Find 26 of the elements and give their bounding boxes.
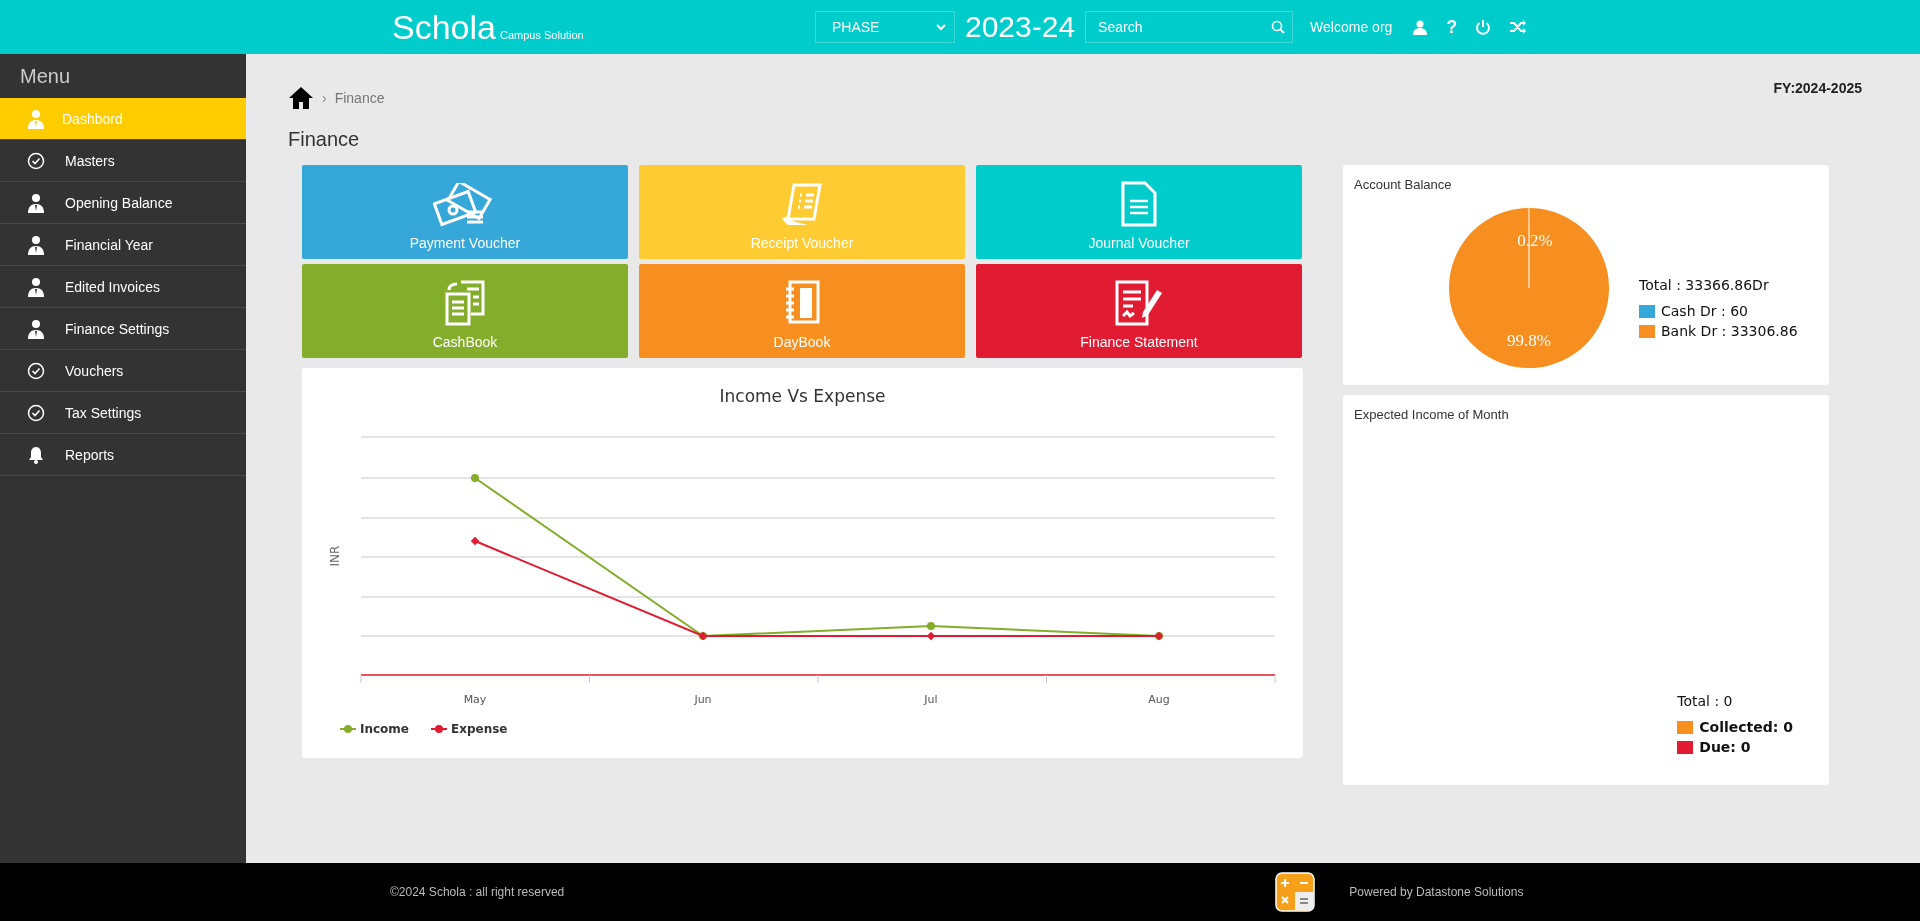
- academic-year: 2023-24: [965, 10, 1076, 44]
- pie-value-label: 99.8%: [1507, 331, 1551, 350]
- axis-tick-label: Aug: [1147, 693, 1170, 706]
- total-text: Total : 33366.86Dr: [1639, 277, 1770, 293]
- logo-tagline: Campus Solution: [499, 29, 584, 41]
- axis-tick-label: Jul: [923, 693, 938, 706]
- breadcrumb-separator: ›: [322, 90, 327, 106]
- legend-label: Cash Dr : 60: [1661, 303, 1748, 319]
- powered-by-text: Powered by Datastone Solutions: [1349, 885, 1524, 899]
- fiscal-year: FY:2024-2025: [1773, 80, 1862, 96]
- logo-text: Schola: [392, 10, 496, 44]
- breadcrumb-current: Finance: [334, 90, 385, 106]
- axis-tick-label: May: [463, 693, 486, 706]
- page-title: Finance: [288, 128, 361, 151]
- legend-label: Due: 0: [1699, 739, 1751, 755]
- axis-tick-label: Jun: [693, 693, 712, 706]
- welcome-text: Welcome org: [1310, 19, 1393, 35]
- legend-label: Bank Dr : 33306.86: [1661, 323, 1798, 339]
- menu-title: Menu: [19, 63, 72, 89]
- legend-label: Collected: 0: [1699, 719, 1793, 735]
- total-text: Total : 0: [1677, 693, 1734, 709]
- panel-title: Expected Income of Month: [1353, 406, 1510, 422]
- copyright-text: ©2024 Schola : all right reserved: [390, 885, 565, 899]
- chart-title: Income Vs Expense: [719, 386, 886, 406]
- axis-label: INR: [327, 545, 342, 567]
- panel-title: Account Balance: [1353, 176, 1453, 192]
